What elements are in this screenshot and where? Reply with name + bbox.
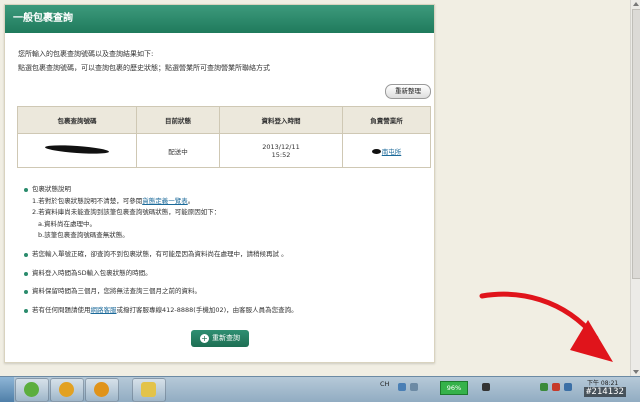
help-icon[interactable] [410,383,418,391]
status-cell: 配送中 [136,133,220,168]
vertical-scrollbar[interactable] [630,0,640,376]
results-table: 包裹查詢號碼 目前狀態 資料登入時間 負責營業所 配送中 2013/12/11 … [17,106,431,168]
note-text: 若有任何問題請使用 [32,305,91,314]
taskbar-app-2[interactable] [50,378,84,402]
tracking-number-cell[interactable] [17,133,137,168]
note-status-title: 包裹狀態說明 [24,184,429,196]
start-button[interactable] [0,377,14,402]
office-cell: 南屯所 [342,133,431,168]
notes-list: 包裹狀態說明 1.若對於包裹狀態說明不清楚，可參閱貨態定義一覽表。 2.若資料庫… [24,184,429,316]
tray-icon[interactable] [482,383,490,391]
red-annotation-arrow [479,291,613,362]
app-icon [59,382,74,397]
scroll-up-icon[interactable] [633,2,639,6]
requery-label: 重新查詢 [212,334,240,342]
package-query-panel: 一般包裹查詢 您所輸入的包裹查詢號碼以及查詢結果如下: 點選包裹查詢號碼，可以查… [4,4,435,363]
office-link[interactable]: 南屯所 [382,148,402,156]
app-icon [94,382,109,397]
header-status: 目前狀態 [136,106,220,134]
header-office: 負責營業所 [342,106,431,134]
header-tracking-number: 包裹查詢號碼 [17,106,137,134]
intro-line-1: 您所輸入的包裹查詢號碼以及查詢結果如下: [18,50,154,58]
evernote-icon [24,382,39,397]
note-status-2a: a.資料尚在處理中。 [38,219,97,228]
taskbar-app-4[interactable] [132,378,166,402]
note-status-1: 1.若對於包裹狀態說明不清楚，可參閱貨態定義一覽表。 [24,196,429,208]
login-date: 2013/12/11 [262,142,300,151]
folder-icon [141,382,156,397]
redaction-scribble [44,143,110,156]
volume-icon[interactable] [564,383,572,391]
plus-circle-icon: + [200,334,209,343]
taskbar-app-evernote[interactable] [15,378,49,402]
note-not-found: 若您輸入單號正確，卻查詢不到包裹狀態，有可能是因為資料尚在處理中，請稍候再試 。 [24,249,429,261]
security-icon[interactable] [552,383,560,391]
note-text: 。 [187,196,195,205]
table-row: 配送中 2013/12/11 15:52 南屯所 [17,133,431,168]
panel-title: 一般包裹查詢 [5,5,434,33]
redaction-scribble [371,149,381,154]
note-text: 1.若對於包裹狀態說明不清楚，可參閱 [32,196,143,205]
online-service-link[interactable]: 網路客服 [91,306,117,314]
note-text: 或撥打客服專線412-8888(手機加02)，由客服人員為您查詢。 [116,305,298,314]
browser-page: 一般包裹查詢 您所輸入的包裹查詢號碼以及查詢結果如下: 點選包裹查詢號碼，可以查… [0,0,640,376]
note-retention: 資料保留時間為三個月，您將無法查詢三個月之前的資料。 [24,286,429,298]
watermark: #214132 [584,387,626,397]
scroll-down-icon[interactable] [633,370,639,374]
note-status-2: 2.若資料庫尚未能查詢到該筆包裹查詢號碼狀態，可能原因如下： [32,208,221,217]
battery-indicator[interactable]: 96% [440,381,468,395]
scrollbar-thumb[interactable] [632,9,640,279]
login-time-cell: 2013/12/11 15:52 [219,133,343,168]
refresh-button[interactable]: 重新整理 [385,84,431,99]
status-definition-link[interactable]: 貨態定義一覽表 [142,197,188,205]
requery-button[interactable]: + 重新查詢 [191,330,249,347]
note-contact: 若有任何問題請使用網路客服或撥打客服專線412-8888(手機加02)，由客服人… [24,305,429,317]
taskbar: CH 96% 下午 08:21 [0,376,640,402]
intro-text: 您所輸入的包裹查詢號碼以及查詢結果如下: 點選包裹查詢號碼，可以查詢包裹的歷史狀… [18,47,270,75]
table-header-row: 包裹查詢號碼 目前狀態 資料登入時間 負責營業所 [17,106,431,134]
login-time: 15:52 [271,150,291,159]
note-login-time: 資料登入時間為SD輸入包裹狀態的時間。 [24,268,429,280]
note-status-2b: b.該筆包裹查詢號碼查無狀態。 [38,231,129,240]
taskbar-app-3[interactable] [85,378,119,402]
network-icon[interactable] [540,383,548,391]
header-login-time: 資料登入時間 [219,106,343,134]
ime-indicator[interactable]: CH [380,380,389,388]
intro-line-2: 點選包裹查詢號碼，可以查詢包裹的歷史狀態；點選營業所可查詢營業所聯絡方式 [18,64,270,72]
keyboard-icon[interactable] [398,383,406,391]
